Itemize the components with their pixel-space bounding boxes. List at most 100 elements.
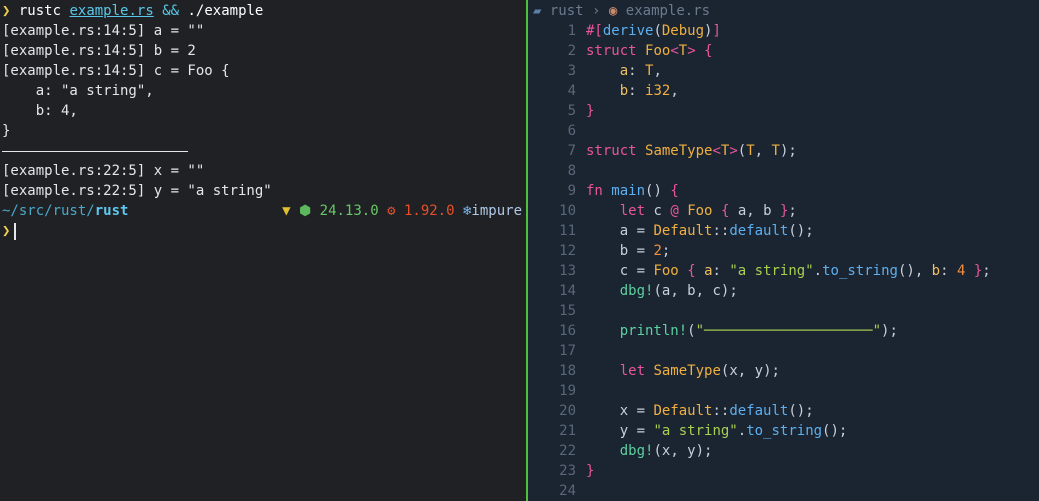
line-number: 24	[559, 483, 576, 499]
line-number: 3	[567, 63, 576, 79]
line-text: }	[586, 463, 595, 479]
line-text: struct SameType<T>(T, T);	[586, 143, 797, 159]
code-area[interactable]: 1 #[derive(Debug)] 2 struct Foo<T> { 3 a: …	[528, 21, 991, 501]
cwd-current: rust	[94, 203, 129, 219]
code-line: 23}	[528, 461, 991, 481]
output-line: [example.rs:22:5] y = "a string"	[2, 183, 272, 199]
breadcrumb-separator: ›	[592, 3, 601, 19]
command-file-link[interactable]: example.rs	[69, 3, 153, 19]
code-line: 10 let c @ Foo { a, b };	[528, 201, 991, 221]
cwd-path: ~/src/rust/rust	[2, 201, 128, 221]
command-run: ./example	[187, 3, 264, 19]
code-line: 5}	[528, 101, 991, 121]
input-prompt-line[interactable]: ❯	[0, 221, 526, 241]
line-text: }	[586, 103, 595, 119]
line-number: 17	[559, 343, 576, 359]
code-line: 14 dbg!(a, b, c);	[528, 281, 991, 301]
line-text: dbg!(a, b, c);	[619, 283, 738, 299]
output-line: [example.rs:14:5] c = Foo {	[2, 63, 230, 79]
line-text: struct Foo<T> {	[586, 43, 713, 59]
code-line: 12 b = 2;	[528, 241, 991, 261]
line-text: x = Default::default();	[619, 403, 814, 419]
code-line: 8	[528, 161, 991, 181]
output-line: a: "a string",	[2, 83, 154, 99]
code-line: 18 let SameType(x, y);	[528, 361, 991, 381]
line-text: y = "a string".to_string();	[619, 423, 848, 439]
git-branch-icon: ▼	[282, 203, 291, 219]
text-cursor	[14, 222, 17, 240]
line-number: 14	[559, 283, 576, 299]
line-number: 7	[567, 143, 576, 159]
output-line: [example.rs:14:5] b = 2	[2, 43, 196, 59]
cwd-prefix: ~/src/rust/	[2, 203, 95, 219]
line-text: a = Default::default();	[619, 223, 814, 239]
code-line: 22 dbg!(x, y);	[528, 441, 991, 461]
line-number: 8	[567, 163, 576, 179]
rust-file-icon: ◉	[608, 3, 618, 19]
code-line: 20 x = Default::default();	[528, 401, 991, 421]
output-line: b: 4,	[2, 103, 78, 119]
line-number: 16	[559, 323, 576, 339]
code-line: 17	[528, 341, 991, 361]
breadcrumb-folder[interactable]: rust	[550, 3, 584, 19]
code-line: 4 b: i32,	[528, 81, 991, 101]
breadcrumb-file[interactable]: example.rs	[626, 3, 710, 19]
breadcrumb: ▰ rust › ◉ example.rs	[528, 0, 1039, 22]
line-text: c = Foo { a: "a string".to_string(), b: …	[619, 263, 991, 279]
prompt-status-line: ~/src/rust/rust ▼ ⬢ 24.13.0 ⚙ 1.92.0 ❄im…	[0, 201, 526, 221]
window: ❯ rustc example.rs && ./example [example…	[0, 0, 1039, 501]
output-line: [example.rs:14:5] a = ""	[2, 23, 205, 39]
line-number: 15	[559, 303, 576, 319]
line-number: 10	[559, 203, 576, 219]
code-line: 21 y = "a string".to_string();	[528, 421, 991, 441]
code-line: 2 struct Foo<T> {	[528, 41, 991, 61]
line-number: 2	[567, 43, 576, 59]
rust-version: 1.92.0	[403, 203, 455, 219]
command-operator: &&	[162, 3, 180, 19]
nix-shell-status: impure	[471, 203, 522, 219]
code-line: 6	[528, 121, 991, 141]
folder-open-icon: ▰	[533, 3, 542, 19]
line-text: a: T,	[619, 63, 662, 79]
prompt-arrow-icon: ❯	[2, 223, 11, 239]
line-number: 18	[559, 363, 576, 379]
line-number: 22	[559, 443, 576, 459]
command-line: ❯ rustc example.rs && ./example	[0, 1, 526, 21]
line-number: 11	[559, 223, 576, 239]
line-number: 6	[567, 123, 576, 139]
line-number: 9	[567, 183, 576, 199]
prompt-arrow-icon: ❯	[2, 3, 11, 19]
node-version: 24.13.0	[319, 203, 379, 219]
output-line: [example.rs:22:5] x = ""	[2, 163, 205, 179]
line-text: let c @ Foo { a, b };	[619, 203, 797, 219]
rust-icon: ⚙	[387, 203, 396, 219]
line-number: 19	[559, 383, 576, 399]
command-program: rustc	[18, 3, 62, 19]
nodejs-icon: ⬢	[298, 203, 312, 219]
line-text: #[derive(Debug)]	[586, 23, 721, 39]
line-text: let SameType(x, y);	[619, 363, 780, 379]
line-number: 12	[559, 243, 576, 259]
editor-pane[interactable]: ▰ rust › ◉ example.rs 1 #[derive(Debug)] …	[528, 0, 1039, 501]
code-line: 19	[528, 381, 991, 401]
line-number: 4	[567, 83, 576, 99]
line-text: b = 2;	[619, 243, 671, 259]
line-number: 21	[559, 423, 576, 439]
terminal-pane[interactable]: ❯ rustc example.rs && ./example [example…	[0, 0, 526, 501]
line-number: 20	[559, 403, 576, 419]
code-line: 9 fn main() {	[528, 181, 991, 201]
line-number: 23	[559, 463, 576, 479]
line-text: dbg!(x, y);	[619, 443, 713, 459]
output-separator	[0, 141, 526, 161]
code-line: 7 struct SameType<T>(T, T);	[528, 141, 991, 161]
code-line: 24	[528, 481, 991, 501]
line-text: println!("────────────────────");	[619, 323, 898, 339]
code-line: 3 a: T,	[528, 61, 991, 81]
status-right: ▼ ⬢ 24.13.0 ⚙ 1.92.0 ❄impure	[282, 201, 522, 221]
line-number: 13	[559, 263, 576, 279]
code-line: 13 c = Foo { a: "a string".to_string(), …	[528, 261, 991, 281]
line-text: fn main() {	[586, 183, 679, 199]
output-line: }	[2, 123, 11, 139]
line-number: 1	[567, 23, 576, 39]
code-line: 16 println!("────────────────────");	[528, 321, 991, 341]
